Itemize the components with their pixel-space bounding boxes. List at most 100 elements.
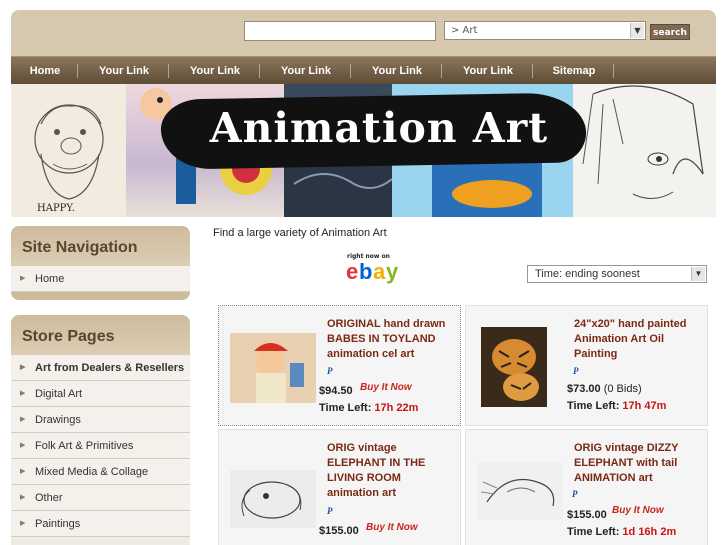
listing-title[interactable]: 24"x20" hand painted Animation Art Oil P… — [574, 317, 687, 362]
ebay-letter: a — [373, 259, 385, 284]
sidebar-item-mixed-media[interactable]: ▶ Mixed Media & Collage — [11, 459, 190, 485]
search-button[interactable]: search — [650, 24, 690, 40]
triangle-right-icon: ▶ — [20, 390, 26, 397]
banner: HAPPY. Animation Art — [11, 84, 716, 217]
ebay-letter: b — [359, 259, 373, 284]
sidebar-item-digital-art[interactable]: ▶ Digital Art — [11, 381, 190, 407]
listing-price-value: $73.00 — [567, 383, 601, 395]
listing-title-line: 24"x20" hand painted — [574, 318, 687, 330]
dwarf-sketch-illustration — [34, 104, 104, 200]
chevron-down-icon: ▼ — [630, 23, 644, 38]
listing-card[interactable]: ORIG vintage ELEPHANT IN THE LIVING ROOM… — [218, 429, 461, 545]
time-left-value: 17h 22m — [374, 402, 419, 414]
nav-item-sitemap[interactable]: Sitemap — [540, 57, 608, 85]
triangle-right-icon: ▶ — [20, 442, 26, 449]
listing-thumbnail[interactable] — [477, 462, 563, 520]
listing-thumbnail[interactable] — [481, 327, 547, 407]
paypal-icon: P — [327, 366, 333, 376]
nav-divider — [168, 64, 169, 78]
store-pages-heading: Store Pages — [11, 315, 190, 355]
nav-item-link-1[interactable]: Your Link — [85, 57, 163, 85]
listing-title-line: ELEPHANT IN THE — [327, 457, 426, 469]
triangle-right-icon: ▶ — [20, 416, 26, 423]
nav-divider — [532, 64, 533, 78]
time-left-value: 17h 47m — [622, 400, 667, 412]
paypal-icon: P — [327, 506, 333, 516]
category-select[interactable]: > Art ▼ — [444, 21, 646, 40]
banner-sketch-dwarf: HAPPY. — [11, 84, 126, 217]
buy-it-now-badge[interactable]: Buy It Now — [366, 522, 418, 533]
listing-title-line: ANIMATION art — [574, 472, 653, 484]
sidebar-item-paintings[interactable]: ▶ Paintings — [11, 511, 190, 537]
page: > Art ▼ search Home Your Link Your Link … — [0, 0, 727, 545]
sidebar-item-label: Mixed Media & Collage — [35, 466, 149, 478]
time-left-label: Time Left: — [567, 526, 620, 538]
main-nav: Home Your Link Your Link Your Link Your … — [11, 56, 716, 84]
triangle-right-icon: ▶ — [20, 520, 26, 527]
nav-item-link-3[interactable]: Your Link — [267, 57, 345, 85]
sidebar-item-folk-art[interactable]: ▶ Folk Art & Primitives — [11, 433, 190, 459]
nav-item-link-2[interactable]: Your Link — [176, 57, 254, 85]
listing-title[interactable]: ORIGINAL hand drawn BABES IN TOYLAND ani… — [327, 317, 445, 362]
time-left-value: 1d 16h 2m — [622, 526, 677, 538]
sketch-caption: HAPPY. — [37, 203, 75, 214]
girl-sketch-illustration — [582, 85, 704, 199]
listing-thumbnail[interactable] — [230, 470, 316, 528]
paypal-icon: P — [573, 366, 579, 376]
listing-title-line: Painting — [574, 348, 618, 360]
time-left-label: Time Left: — [567, 400, 620, 412]
time-left: Time Left: 1d 16h 2m — [567, 526, 676, 538]
ebay-letter: e — [346, 259, 358, 284]
store-pages-box: Store Pages ▶ Art from Dealers & Reselle… — [11, 315, 190, 545]
triangle-right-icon: ▶ — [20, 364, 26, 371]
listing-price: $155.00 — [567, 509, 607, 521]
listing-title-line: LIVING ROOM — [327, 472, 401, 484]
listing-bids: (0 Bids) — [603, 383, 642, 395]
listing-title[interactable]: ORIG vintage DIZZY ELEPHANT with tail AN… — [574, 441, 679, 486]
time-left: Time Left: 17h 47m — [567, 400, 666, 412]
sidebar-item-label: Folk Art & Primitives — [35, 440, 134, 452]
buy-it-now-badge[interactable]: Buy It Now — [360, 382, 412, 393]
listing-card[interactable]: 24"x20" hand painted Animation Art Oil P… — [465, 305, 708, 426]
listing-price: $155.00 — [319, 525, 359, 537]
time-left-label: Time Left: — [319, 402, 372, 414]
sidebar-item-label: Paintings — [35, 518, 81, 530]
listing-title-line: ELEPHANT with tail — [574, 457, 678, 469]
sidebar-item-label: Other — [35, 492, 63, 504]
site-navigation-heading: Site Navigation — [11, 226, 190, 266]
buy-it-now-badge[interactable]: Buy It Now — [612, 505, 664, 516]
ebay-letter: y — [386, 259, 398, 284]
listing-title-line: ORIGINAL hand drawn — [327, 318, 446, 330]
sort-select[interactable]: Time: ending soonest ▼ — [527, 265, 707, 283]
listing-thumbnail[interactable] — [230, 333, 316, 403]
listing-title[interactable]: ORIG vintage ELEPHANT IN THE LIVING ROOM… — [327, 441, 425, 501]
paypal-icon: P — [572, 489, 578, 499]
listing-title-line: Animation Art Oil — [574, 333, 665, 345]
sidebar-item-drawings[interactable]: ▶ Drawings — [11, 407, 190, 433]
site-navigation-box: Site Navigation ▶ Home — [11, 226, 190, 300]
sidebar-item-label: Digital Art — [35, 388, 83, 400]
nav-item-link-4[interactable]: Your Link — [358, 57, 436, 85]
listing-card[interactable]: ORIGINAL hand drawn BABES IN TOYLAND ani… — [218, 305, 461, 426]
sidebar-item-dealers[interactable]: ▶ Art from Dealers & Resellers — [11, 355, 190, 381]
sidebar-item-label: Drawings — [35, 414, 81, 426]
sidebar-item-home[interactable]: ▶ Home — [11, 266, 190, 292]
ebay-logo[interactable]: right now on e b a y — [346, 253, 406, 287]
triangle-right-icon: ▶ — [20, 275, 26, 282]
sort-select-value: Time: ending soonest — [535, 268, 640, 280]
sidebar-item-other[interactable]: ▶ Other — [11, 485, 190, 511]
triangle-right-icon: ▶ — [20, 468, 26, 475]
nav-item-home[interactable]: Home — [19, 57, 71, 85]
listing-title-line: animation art — [327, 487, 397, 499]
sidebar-item-label: Home — [35, 273, 65, 285]
listing-title-line: BABES IN TOYLAND — [327, 333, 436, 345]
listing-card[interactable]: ORIG vintage DIZZY ELEPHANT with tail AN… — [465, 429, 708, 545]
time-left: Time Left: 17h 22m — [319, 402, 418, 414]
listing-title-line: ORIG vintage DIZZY — [574, 442, 679, 454]
sidebar-item-label: Art from Dealers & Resellers — [35, 362, 185, 374]
nav-divider — [77, 64, 78, 78]
nav-item-link-5[interactable]: Your Link — [449, 57, 527, 85]
search-input[interactable] — [244, 21, 436, 41]
listing-price: $94.50 — [319, 385, 353, 397]
chevron-down-icon: ▼ — [691, 267, 705, 281]
